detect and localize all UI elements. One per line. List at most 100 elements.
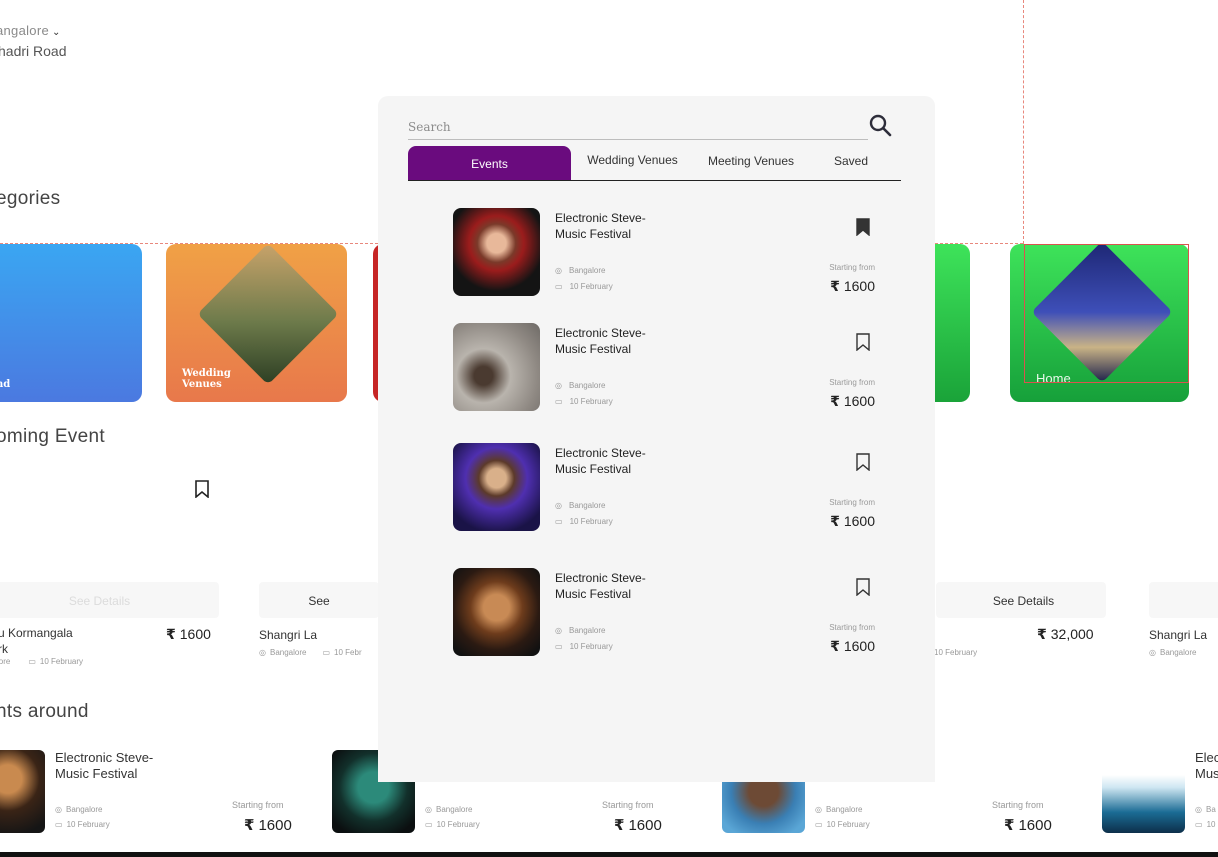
- event-thumbnail[interactable]: [0, 750, 45, 833]
- event-result[interactable]: Electronic Steve-Music Festival ◎ Bangalo…: [453, 568, 883, 660]
- event-result[interactable]: Electronic Steve-Music Festival ◎ Bangalo…: [453, 443, 883, 535]
- event-location: Bangalore: [269, 648, 307, 657]
- event-title: Electronic Steve-Music Festival: [555, 446, 646, 476]
- price-value: 1600: [843, 278, 875, 294]
- tab-saved[interactable]: Saved: [808, 146, 894, 180]
- event-location-text: Bangalore: [568, 381, 606, 390]
- location-pin-icon: ◎: [555, 626, 562, 635]
- event-date-text: 10 February: [569, 517, 613, 526]
- see-details-button[interactable]: See: [259, 582, 379, 618]
- event-date-text: 10: [1206, 820, 1216, 829]
- event-result[interactable]: Electronic Steve-Music Festival ◎ Bangalo…: [453, 323, 883, 415]
- event-date: ▭ 10: [1195, 820, 1215, 829]
- location-pin-icon: ◎: [55, 805, 62, 814]
- see-details-button[interactable]: See Details: [0, 582, 219, 618]
- category-card[interactable]: nd: [0, 244, 142, 402]
- category-card-wedding-venues[interactable]: Wedding Venues: [166, 244, 347, 402]
- rupee-icon: ₹: [1004, 817, 1015, 834]
- category-label: nd: [0, 379, 11, 390]
- event-price: ₹1600: [166, 626, 211, 643]
- event-price: ₹32,000: [1037, 626, 1094, 643]
- search-panel: Events Wedding Venues Meeting Venues Sav…: [378, 96, 935, 782]
- rupee-icon: ₹: [830, 393, 840, 409]
- layout-guide-box: [1024, 244, 1189, 383]
- event-title: Electronic Steve-Music Festival: [555, 326, 646, 356]
- event-location-text: Bangalore: [435, 805, 473, 814]
- tab-meeting-venues[interactable]: Meeting Venues: [694, 146, 808, 180]
- event-location-text: Bangalore: [568, 266, 606, 275]
- bookmark-icon[interactable]: [856, 453, 870, 471]
- location-area: hadri Road: [0, 43, 67, 59]
- event-date: ▭ 10 February: [55, 820, 110, 829]
- bookmark-filled-icon[interactable]: [856, 218, 870, 236]
- event-name: Shangri La: [259, 628, 318, 642]
- starting-from-label: Starting from: [829, 378, 875, 387]
- calendar-icon: ▭: [55, 820, 63, 829]
- starting-from-label: Starting from: [232, 800, 284, 810]
- rupee-icon: ₹: [830, 638, 840, 654]
- tab-events[interactable]: Events: [408, 146, 571, 180]
- event-location-text: Bangalore: [65, 805, 103, 814]
- event-date: ▭ 10 February: [425, 820, 480, 829]
- calendar-icon: ▭: [28, 657, 36, 666]
- categories-heading: egories: [0, 188, 61, 209]
- event-meta: ◎ Bangalore: [1149, 648, 1196, 657]
- search-input[interactable]: [408, 114, 868, 140]
- event-date-text: 10 February: [436, 820, 480, 829]
- starting-from-label: Starting from: [829, 498, 875, 507]
- bookmark-icon[interactable]: [856, 333, 870, 351]
- rupee-icon: ₹: [1037, 626, 1047, 642]
- event-location: ◎ Bangalore: [555, 626, 605, 635]
- event-date-text: 10 February: [826, 820, 870, 829]
- event-location: ◎ Bangalore: [555, 266, 605, 275]
- rupee-icon: ₹: [166, 626, 176, 642]
- price-value: 1600: [843, 513, 875, 529]
- price-value: 1600: [258, 817, 292, 834]
- bookmark-icon[interactable]: [194, 480, 210, 498]
- event-date-text: 10 February: [66, 820, 110, 829]
- calendar-icon: ▭: [555, 517, 563, 526]
- price-value: 1600: [179, 626, 211, 642]
- bookmark-icon[interactable]: [856, 578, 870, 596]
- tab-wedding-venues[interactable]: Wedding Venues: [571, 146, 694, 180]
- calendar-icon: ▭: [555, 282, 563, 291]
- rupee-icon: ₹: [830, 278, 840, 294]
- category-label: Wedding Venues: [182, 368, 231, 390]
- see-details-button[interactable]: See Details: [936, 582, 1106, 618]
- events-around-heading: nts around: [0, 701, 89, 722]
- event-thumbnail[interactable]: [1102, 750, 1185, 833]
- event-location: ◎ Bangalore: [555, 381, 605, 390]
- event-price: ₹1600: [1004, 816, 1052, 834]
- price-value: 1600: [1018, 817, 1052, 834]
- location-pin-icon: ◎: [425, 805, 432, 814]
- event-price: ₹1600: [830, 638, 875, 655]
- event-location: ◎ Bangalore: [815, 805, 862, 814]
- event-name-line: u Kormangala: [0, 626, 73, 640]
- calendar-icon: ▭: [322, 648, 331, 657]
- event-date: ▭ 10 February: [555, 397, 613, 406]
- location-pin-icon: ◎: [815, 805, 822, 814]
- starting-from-label: Starting from: [829, 263, 875, 272]
- location-city[interactable]: angalore ⌄: [0, 23, 61, 38]
- starting-from-label: Starting from: [602, 800, 654, 810]
- event-result[interactable]: Electronic Steve-Music Festival ◎ Bangalo…: [453, 208, 883, 300]
- starting-from-label: Starting from: [829, 623, 875, 632]
- location-city-label: angalore: [0, 23, 49, 38]
- event-name: Shangri La: [1149, 628, 1208, 642]
- location-pin-icon: ◎: [259, 648, 266, 657]
- event-location-text: Bangalore: [568, 626, 606, 635]
- location-pin-icon: ◎: [1149, 648, 1156, 657]
- calendar-icon: ▭: [555, 397, 563, 406]
- event-location: ◎ Bangalore: [555, 501, 605, 510]
- event-name: Elec Mus: [1195, 750, 1218, 781]
- rupee-icon: ₹: [830, 513, 840, 529]
- event-location: lore: [0, 657, 11, 666]
- event-price: ₹1600: [830, 278, 875, 295]
- event-date: ▭ 10 February: [555, 642, 613, 651]
- event-title: Electronic Steve-Music Festival: [555, 211, 646, 241]
- event-date: 10 Febr: [334, 648, 362, 657]
- event-price: ₹1600: [830, 513, 875, 530]
- see-details-button[interactable]: [1149, 582, 1218, 618]
- event-meta: lore ▭ 10 February: [0, 657, 83, 666]
- search-icon[interactable]: [868, 113, 892, 137]
